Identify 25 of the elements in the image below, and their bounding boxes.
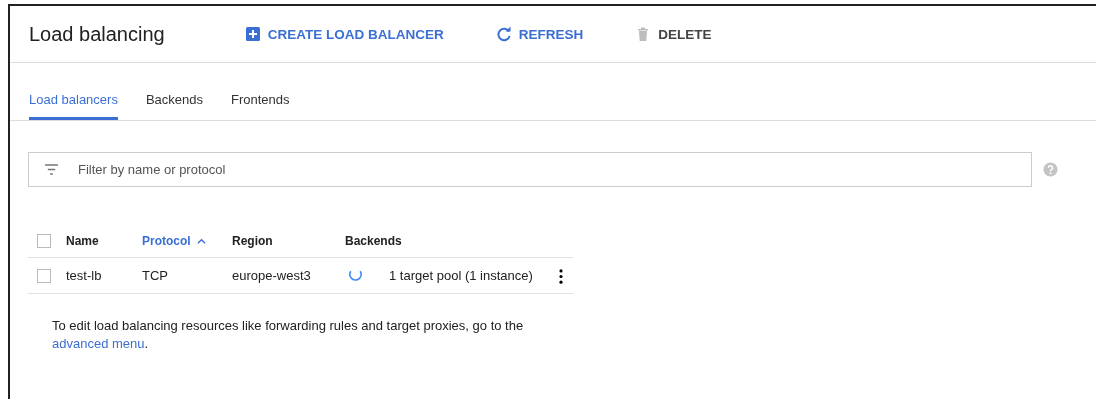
table-cell: europe-west3	[232, 268, 311, 283]
table-cell: test-lb	[66, 268, 102, 283]
checkbox[interactable]	[37, 234, 51, 249]
tab[interactable]: Backends	[145, 89, 203, 120]
column-header[interactable]: Region	[232, 234, 273, 248]
table-cell: TCP	[142, 268, 168, 283]
page-title: Load balancing	[29, 22, 165, 46]
toolbar-button[interactable]: REFRESH	[485, 22, 594, 46]
checkbox[interactable]	[37, 269, 51, 284]
toolbar-button[interactable]: CREATE LOAD BALANCER	[234, 22, 454, 46]
help-icon[interactable]	[1043, 162, 1058, 177]
column-header[interactable]: Backends	[345, 234, 402, 248]
tab[interactable]: Frontends	[231, 89, 290, 120]
info-text: To edit load balancing resources like forwarding rules and target proxies, go to the advanced menu.	[52, 317, 525, 353]
refresh-icon	[495, 26, 512, 42]
advanced-menu-link[interactable]: advanced menu	[52, 336, 145, 351]
filter-field[interactable]: Filter by name or protocol	[28, 152, 1032, 187]
filter-icon	[44, 164, 59, 175]
more-options-icon[interactable]	[558, 268, 563, 284]
column-header[interactable]: Protocol	[142, 234, 206, 248]
tab[interactable]: Load balancers	[29, 89, 118, 120]
sort-caret-icon	[196, 238, 206, 244]
table-cell: 1 target pool (1 instance)	[389, 268, 533, 283]
add-icon	[244, 26, 261, 42]
column-header[interactable]: Name	[66, 234, 99, 248]
